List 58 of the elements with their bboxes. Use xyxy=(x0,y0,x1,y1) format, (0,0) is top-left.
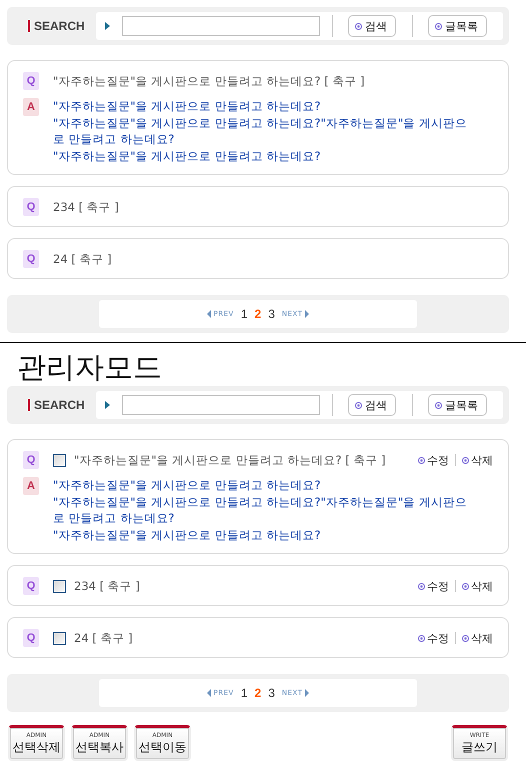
answer-text: 로 만들려고 하는데요? xyxy=(53,131,176,148)
answer-badge: A xyxy=(23,98,39,116)
search-field[interactable] xyxy=(122,16,320,36)
question-text[interactable]: 24 [ 축구 ] xyxy=(74,630,133,646)
page-title: 관리자모드 xyxy=(16,351,163,386)
right-arrow-icon xyxy=(305,689,310,697)
question-text[interactable]: "자주하는질문"을 게시판으로 만들려고 하는데요? [ 축구 ] xyxy=(53,74,365,88)
bullet-icon xyxy=(462,456,469,464)
question-badge: Q xyxy=(23,577,39,595)
arrow-icon xyxy=(105,401,110,409)
answer-text: 로 만들려고 하는데요? xyxy=(53,510,176,526)
answer-text: "자주하는질문"을 게시판으로 만들려고 하는데요? xyxy=(53,98,322,114)
page-link[interactable]: 3 xyxy=(268,307,275,321)
left-arrow-icon xyxy=(206,310,211,318)
edit-link[interactable]: 수정 xyxy=(418,578,449,594)
delete-link[interactable]: 삭제 xyxy=(462,578,493,594)
question-badge: Q xyxy=(23,250,39,268)
bullet-icon xyxy=(462,634,469,642)
delete-link[interactable]: 삭제 xyxy=(462,630,493,646)
search-button[interactable]: 글목록 xyxy=(428,15,487,37)
bullet-icon xyxy=(418,456,425,464)
checkbox[interactable] xyxy=(53,632,66,644)
answer-text: "자주하는질문"을 게시판으로 만들려고 하는데요?"자주하는질문"을 게시판으 xyxy=(53,494,467,510)
edit-link[interactable]: 수정 xyxy=(418,630,449,646)
search-button[interactable]: 검색 xyxy=(348,394,396,416)
answer-text: "자주하는질문"을 게시판으로 만들려고 하는데요? xyxy=(53,526,322,543)
question-text[interactable]: 234 [ 축구 ] xyxy=(74,578,140,594)
bullet-icon xyxy=(418,582,425,590)
question-text[interactable]: "자주하는질문"을 게시판으로 만들려고 하는데요? [ 축구 ] xyxy=(74,452,386,468)
bullet-icon xyxy=(418,634,425,642)
checkbox[interactable] xyxy=(53,580,66,592)
bullet-icon xyxy=(435,22,442,30)
page-link[interactable]: 1 xyxy=(240,686,248,700)
edit-link[interactable]: 수정 xyxy=(418,452,449,468)
answer-text: "자주하는질문"을 게시판으로 만들려고 하는데요? xyxy=(53,477,322,494)
page-link[interactable]: 1 xyxy=(240,307,248,321)
bullet-icon xyxy=(355,22,362,30)
question-badge: Q xyxy=(23,198,39,216)
left-arrow-icon xyxy=(206,689,211,697)
answer-badge: A xyxy=(23,477,39,495)
answer-text: "자주하는질문"을 게시판으로 만들려고 하는데요?"자주하는질문"을 게시판으 xyxy=(53,114,467,131)
question-badge: Q xyxy=(23,72,39,90)
search-field[interactable] xyxy=(122,395,320,415)
bullet-icon xyxy=(435,402,442,408)
search-button[interactable]: 검색 xyxy=(348,15,396,37)
delete-link[interactable]: 삭제 xyxy=(462,452,493,468)
bullet-icon xyxy=(462,582,469,590)
answer-text: "자주하는질문"을 게시판으로 만들려고 하는데요? xyxy=(53,148,322,164)
search-button[interactable]: 글목록 xyxy=(428,394,487,416)
checkbox[interactable] xyxy=(53,454,66,466)
question-badge: Q xyxy=(23,451,39,469)
arrow-icon xyxy=(105,22,110,30)
question-text[interactable]: 24 [ 축구 ] xyxy=(53,252,112,266)
right-arrow-icon xyxy=(305,310,310,318)
bullet-icon xyxy=(355,402,362,408)
page-link[interactable]: 3 xyxy=(268,686,275,700)
question-text[interactable]: 234 [ 축구 ] xyxy=(53,200,119,214)
question-badge: Q xyxy=(23,629,39,647)
